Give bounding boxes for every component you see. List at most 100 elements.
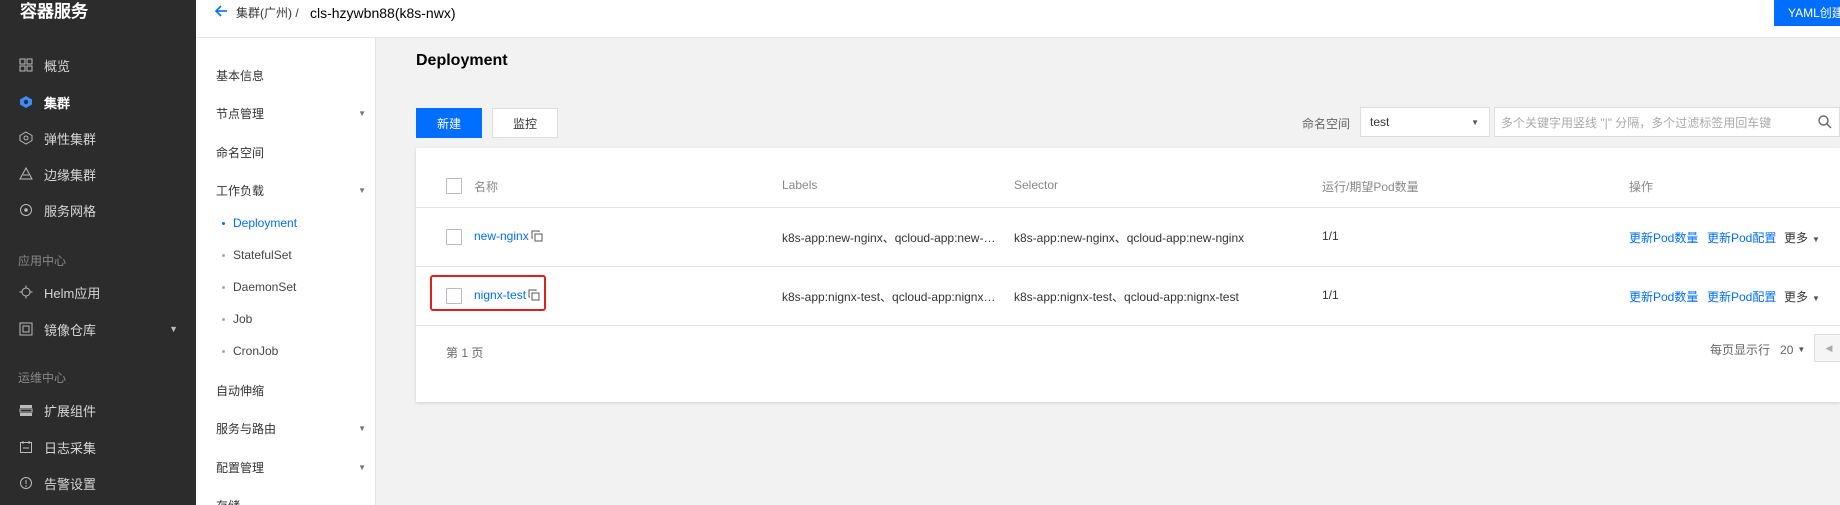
- update-pod-count-link[interactable]: 更新Pod数量: [1629, 229, 1698, 246]
- service-mesh-icon: [18, 202, 34, 218]
- page-indicator: 第 1 页: [446, 346, 484, 360]
- submenu-statefulset[interactable]: StatefulSet: [222, 246, 292, 264]
- submenu-label: CronJob: [233, 344, 279, 358]
- submenu-job[interactable]: Job: [222, 310, 252, 328]
- labels-cell: k8s-app:nignx-test、qcloud-app:nignx-test: [782, 290, 998, 304]
- nav-item-log[interactable]: 日志采集: [18, 433, 178, 461]
- caret-down-icon: ▼: [358, 462, 366, 472]
- back-arrow-icon[interactable]: [214, 4, 228, 23]
- page-title: Deployment: [416, 52, 508, 69]
- deployment-name-link[interactable]: new-nginx: [474, 229, 529, 243]
- namespace-select[interactable]: test ▼: [1360, 107, 1490, 137]
- namespace-label: 命名空间: [1302, 117, 1351, 131]
- more-dropdown[interactable]: 更多 ▼: [1784, 229, 1820, 246]
- search-icon[interactable]: [1817, 114, 1833, 130]
- nav-item-elastic-cluster[interactable]: 弹性集群: [18, 124, 178, 152]
- caret-down-icon: ▼: [1812, 294, 1820, 303]
- caret-down-icon: ▼: [358, 108, 366, 118]
- caret-down-icon: ▼: [1812, 235, 1820, 244]
- pod-count-cell: 1/1: [1322, 288, 1339, 302]
- chevron-down-icon: ▼: [169, 324, 178, 334]
- nav-item-label: 弹性集群: [44, 131, 97, 147]
- selection-highlight-box: [430, 275, 546, 311]
- monitor-button[interactable]: 监控: [492, 108, 558, 138]
- prev-page-button[interactable]: ◀: [1814, 334, 1840, 362]
- column-header-pods: 运行/期望Pod数量: [1322, 180, 1419, 194]
- grid-icon: [18, 57, 34, 73]
- submenu-autoscale[interactable]: 自动伸缩: [216, 380, 366, 400]
- table-row: new-nginx k8s-app:new-nginx、qcloud-app:n…: [416, 208, 1840, 267]
- submenu-daemonset[interactable]: DaemonSet: [222, 278, 296, 296]
- cluster-submenu: 基本信息 节点管理 ▼ 命名空间 工作负载 ▼ Deployment Statefu…: [196, 38, 376, 505]
- nav-item-registry[interactable]: 镜像仓库 ▼: [18, 315, 178, 343]
- submenu-label: 配置管理: [216, 460, 265, 475]
- submenu-config[interactable]: 配置管理 ▼: [216, 457, 366, 477]
- chevron-down-icon: ▼: [1471, 117, 1479, 127]
- nav-item-alarm[interactable]: 告警设置: [18, 469, 178, 497]
- nav-item-label: 集群: [44, 95, 71, 111]
- submenu-basic-info[interactable]: 基本信息: [216, 65, 366, 85]
- addon-icon: [18, 402, 34, 418]
- deployment-table: 名称 Labels Selector 运行/期望Pod数量 操作 new-ngi…: [416, 148, 1840, 402]
- page-size-control[interactable]: 每页显示行 20 ▼: [1710, 341, 1805, 358]
- submenu-label: 工作负载: [216, 183, 265, 198]
- submenu-service-route[interactable]: 服务与路由 ▼: [216, 418, 366, 438]
- edge-cluster-icon: [18, 166, 34, 182]
- submenu-deployment[interactable]: Deployment: [222, 214, 297, 232]
- nav-section-ops: 运维中心: [18, 371, 67, 385]
- nav-item-label: 服务网格: [44, 203, 97, 219]
- registry-icon: [18, 321, 34, 337]
- nav-item-label: Helm应用: [44, 285, 101, 301]
- update-pod-config-link[interactable]: 更新Pod配置: [1707, 229, 1776, 246]
- table-row: nignx-test k8s-app:nignx-test、qcloud-app…: [416, 267, 1840, 326]
- side-nav: 容器服务 概览 集群 弹性集群 边缘集群 服务网格 应用中心 Helm应用 镜像…: [0, 0, 196, 505]
- bullet-icon: [222, 253, 225, 257]
- nav-item-overview[interactable]: 概览: [18, 51, 178, 79]
- submenu-label: 命名空间: [216, 145, 265, 160]
- update-pod-config-link[interactable]: 更新Pod配置: [1707, 288, 1776, 305]
- selector-cell: k8s-app:nignx-test、qcloud-app:nignx-test: [1014, 290, 1239, 304]
- nav-item-helm[interactable]: Helm应用: [18, 278, 178, 306]
- column-header-selector: Selector: [1014, 178, 1059, 192]
- nav-item-label: 扩展组件: [44, 403, 97, 419]
- labels-cell: k8s-app:new-nginx、qcloud-app:new-nginx: [782, 231, 998, 245]
- selector-cell: k8s-app:new-nginx、qcloud-app:new-nginx: [1014, 231, 1245, 245]
- search-input[interactable]: 多个关键字用竖线 "|" 分隔，多个过滤标签用回车键: [1494, 107, 1840, 137]
- nav-item-addon[interactable]: 扩展组件: [18, 396, 178, 424]
- yaml-create-button[interactable]: YAML创建资源: [1774, 0, 1840, 26]
- select-all-checkbox[interactable]: [446, 178, 462, 194]
- deployment-name-cell: new-nginx: [474, 229, 543, 243]
- nav-item-label: 边缘集群: [44, 167, 97, 183]
- caret-down-icon: ▼: [358, 423, 366, 433]
- bullet-icon: [222, 317, 225, 321]
- bullet-icon: [222, 221, 225, 225]
- column-header-name: 名称: [474, 180, 499, 194]
- breadcrumb[interactable]: 集群(广州) /: [236, 5, 299, 21]
- submenu-workload[interactable]: 工作负载 ▼: [216, 180, 366, 200]
- submenu-namespace[interactable]: 命名空间: [216, 142, 366, 162]
- alarm-icon: [18, 475, 34, 491]
- more-label: 更多: [1784, 231, 1809, 245]
- submenu-node-management[interactable]: 节点管理 ▼: [216, 103, 366, 123]
- cluster-icon: [18, 94, 34, 110]
- submenu-label: 自动伸缩: [216, 383, 265, 398]
- submenu-storage[interactable]: 存储: [216, 495, 366, 505]
- log-icon: [18, 439, 34, 455]
- more-dropdown[interactable]: 更多 ▼: [1784, 288, 1820, 305]
- submenu-cronjob[interactable]: CronJob: [222, 342, 278, 360]
- row-checkbox[interactable]: [446, 229, 462, 245]
- nav-item-cluster[interactable]: 集群: [18, 88, 178, 116]
- top-header: 集群(广州) / cls-hzywbn88(k8s-nwx) YAML创建资源: [196, 0, 1840, 38]
- nav-item-edge-cluster[interactable]: 边缘集群: [18, 160, 178, 188]
- bullet-icon: [222, 285, 225, 289]
- more-label: 更多: [1784, 290, 1809, 304]
- new-button[interactable]: 新建: [416, 108, 482, 138]
- caret-down-icon: ▼: [358, 185, 366, 195]
- bullet-icon: [222, 349, 225, 353]
- copy-icon[interactable]: [531, 230, 543, 242]
- submenu-label: Job: [233, 312, 253, 326]
- submenu-label: StatefulSet: [233, 248, 292, 262]
- update-pod-count-link[interactable]: 更新Pod数量: [1629, 288, 1698, 305]
- nav-item-service-mesh[interactable]: 服务网格: [18, 196, 178, 224]
- nav-item-label: 日志采集: [44, 440, 97, 456]
